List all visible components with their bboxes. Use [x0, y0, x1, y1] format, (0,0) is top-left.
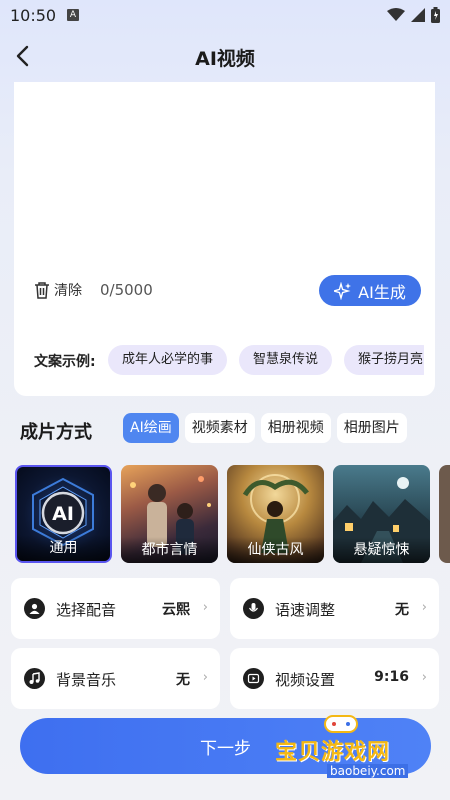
clear-label: 清除: [54, 283, 82, 299]
method-tabs: AI绘画 视频素材 相册视频 相册图片: [123, 413, 407, 443]
gamepad-icon: [324, 715, 358, 733]
nav-bar: AI视频: [0, 32, 450, 80]
style-card-xianxia[interactable]: 仙侠古风: [227, 465, 324, 563]
tab-album-video[interactable]: 相册视频: [260, 413, 331, 443]
script-editor-card: 清除 0/5000 AI生成 文案示例: 成年人必学的事 智慧泉传说 猴子捞月亮: [14, 82, 435, 396]
notification-badge: A: [67, 9, 79, 21]
music-note-icon: [24, 668, 45, 689]
char-count: 0/5000: [100, 281, 153, 299]
setting-label: 背景音乐: [56, 671, 117, 689]
style-card-more[interactable]: [439, 465, 450, 563]
trash-icon: [35, 282, 49, 299]
video-settings-card[interactable]: 视频设置 9:16 ›: [230, 648, 439, 709]
style-name: 通用: [17, 535, 110, 561]
ai-generate-button[interactable]: AI生成: [319, 275, 421, 306]
examples-label: 文案示例:: [34, 354, 96, 370]
style-card-general[interactable]: AI 通用: [15, 465, 112, 563]
example-chip[interactable]: 猴子捞月亮: [344, 345, 424, 375]
video-play-icon: [243, 668, 264, 689]
status-time: 10:50: [10, 6, 57, 25]
status-bar: 10:50 A: [0, 0, 450, 32]
style-card-mystery[interactable]: 悬疑惊悚: [333, 465, 430, 563]
ai-generate-label: AI生成: [358, 282, 406, 302]
chevron-right-icon: ›: [421, 670, 427, 685]
example-chip[interactable]: 智慧泉传说: [239, 345, 333, 375]
microphone-icon: [243, 598, 264, 619]
wifi-icon: [387, 8, 405, 21]
battery-icon: [431, 7, 440, 23]
setting-label: 视频设置: [275, 671, 336, 689]
setting-value: 云熙: [162, 602, 190, 618]
status-icons: [387, 7, 440, 23]
watermark-text: 宝贝游戏网: [275, 740, 391, 765]
page-title: AI视频: [195, 48, 255, 70]
example-chip[interactable]: 成年人必学的事: [108, 345, 228, 375]
chevron-right-icon: ›: [421, 600, 427, 615]
chevron-right-icon: ›: [202, 600, 208, 615]
style-card-urban-romance[interactable]: 都市言情: [121, 465, 218, 563]
sparkle-icon: [334, 281, 352, 300]
background-music-card[interactable]: 背景音乐 无 ›: [11, 648, 220, 709]
style-name: 仙侠古风: [227, 537, 324, 563]
clear-button[interactable]: 清除: [34, 280, 82, 300]
style-name: 都市言情: [121, 537, 218, 563]
user-voice-icon: [24, 598, 45, 619]
style-list: AI 通用 都市言情 仙侠古风 悬疑惊悚: [15, 465, 450, 565]
watermark-logo: 宝贝游戏网 baobeiy.com: [275, 712, 445, 782]
chevron-right-icon: ›: [202, 670, 208, 685]
examples-list: 成年人必学的事 智慧泉传说 猴子捞月亮: [108, 345, 424, 375]
speed-adjust-card[interactable]: 语速调整 无 ›: [230, 578, 439, 639]
style-name: 悬疑惊悚: [333, 537, 430, 563]
watermark-url: baobeiy.com: [327, 764, 409, 778]
setting-value: 无: [176, 672, 190, 688]
method-label: 成片方式: [20, 422, 92, 443]
next-step-label: 下一步: [200, 738, 251, 759]
setting-value: 9:16: [374, 669, 409, 685]
signal-icon: [411, 8, 425, 22]
ai-badge-text: AI: [52, 503, 74, 525]
tab-video-material[interactable]: 视频素材: [184, 413, 255, 443]
tab-album-image[interactable]: 相册图片: [336, 413, 407, 443]
setting-label: 语速调整: [275, 601, 336, 619]
setting-label: 选择配音: [56, 601, 117, 619]
setting-value: 无: [395, 602, 409, 618]
voice-select-card[interactable]: 选择配音 云熙 ›: [11, 578, 220, 639]
tab-ai-drawing[interactable]: AI绘画: [123, 413, 179, 443]
